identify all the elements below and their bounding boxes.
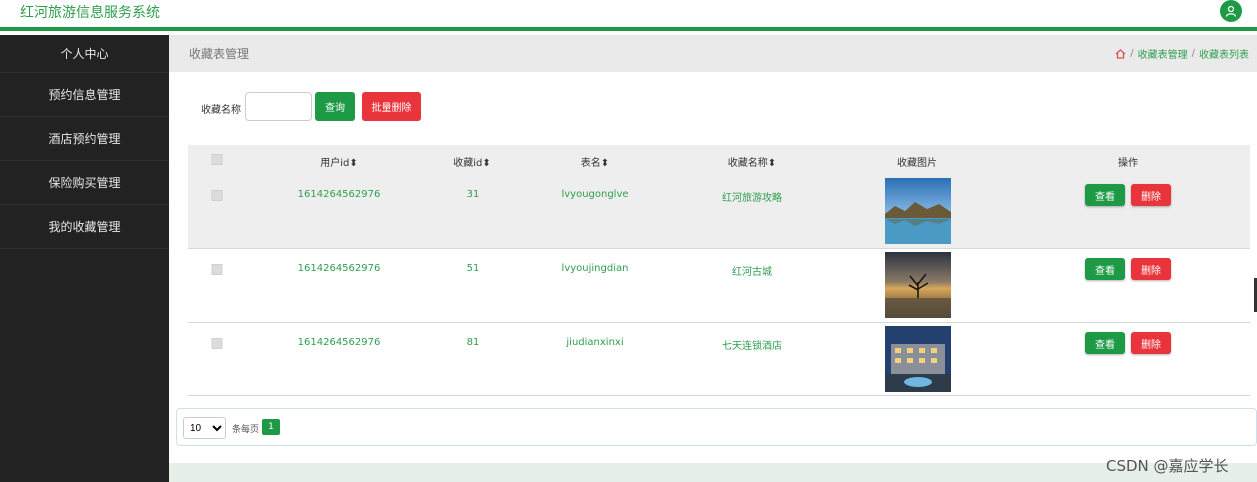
- search-label: 收藏名称: [201, 105, 241, 116]
- breadcrumb-bar: 收藏表管理 / 收藏表管理 / 收藏表列表: [169, 35, 1257, 72]
- sort-icon: ⬍: [767, 158, 777, 169]
- column-header-fav-name[interactable]: 收藏名称⬍: [728, 154, 776, 169]
- query-button[interactable]: 查询: [315, 92, 355, 121]
- watermark: CSDN @嘉应学长: [1106, 457, 1229, 475]
- page-size-select[interactable]: 10: [183, 417, 226, 439]
- footer-band: [169, 463, 1257, 482]
- sidebar-item-insurance[interactable]: 保险购买管理: [0, 161, 169, 205]
- page-title: 收藏表管理: [189, 47, 250, 61]
- favorites-table: 用户id⬍ 收藏id⬍ 表名⬍ 收藏名称⬍ 收藏图片 操作 1614264562…: [188, 145, 1250, 396]
- per-page-label: 条每页: [232, 425, 260, 435]
- view-button[interactable]: 查看: [1085, 184, 1125, 206]
- mountain-lake-photo: [885, 178, 951, 244]
- column-header-actions: 操作: [1118, 158, 1138, 169]
- cell-fav-name: 七天连锁酒店: [722, 341, 782, 352]
- cell-user-id: 1614264562976: [297, 263, 381, 274]
- sidebar-item-booking-info[interactable]: 预约信息管理: [0, 73, 169, 117]
- view-button[interactable]: 查看: [1085, 332, 1125, 354]
- hotel-night-photo: [885, 326, 951, 392]
- cell-fav-name: 红河古城: [732, 267, 772, 278]
- sidebar-item-label: 个人中心: [60, 47, 109, 61]
- cell-user-id: 1614264562976: [297, 189, 381, 200]
- home-icon[interactable]: [1115, 48, 1126, 59]
- row-checkbox[interactable]: [211, 338, 223, 349]
- page-number-current[interactable]: 1: [262, 419, 280, 435]
- select-all-checkbox[interactable]: [211, 154, 223, 165]
- sort-icon: ⬍: [600, 158, 610, 169]
- cell-fav-name: 红河旅游攻略: [722, 193, 782, 204]
- tree-sunset-lake-photo: [885, 252, 951, 318]
- pagination-bar: 10 条每页 1: [176, 408, 1257, 446]
- row-checkbox[interactable]: [211, 190, 223, 201]
- sort-icon: ⬍: [482, 158, 491, 169]
- sidebar-item-label: 我的收藏管理: [48, 220, 121, 234]
- sort-icon: ⬍: [349, 158, 358, 169]
- sidebar-item-label: 酒店预约管理: [48, 132, 121, 146]
- sidebar-item-hotel-booking[interactable]: 酒店预约管理: [0, 117, 169, 161]
- search-input[interactable]: [245, 92, 312, 121]
- table-row: 1614264562976 31 lvyougonglve 红河旅游攻略 查看 …: [188, 171, 1250, 249]
- cell-table-name: lvyoujingdian: [561, 263, 629, 274]
- breadcrumb-item-favorites-manage[interactable]: 收藏表管理: [1138, 46, 1188, 61]
- view-button[interactable]: 查看: [1085, 258, 1125, 280]
- column-header-table-name[interactable]: 表名⬍: [581, 154, 609, 169]
- column-header-fav-image: 收藏图片: [897, 158, 937, 169]
- row-checkbox[interactable]: [211, 264, 223, 275]
- user-avatar[interactable]: [1220, 0, 1242, 22]
- cell-table-name: lvyougonglve: [561, 189, 629, 200]
- table-header: 用户id⬍ 收藏id⬍ 表名⬍ 收藏名称⬍ 收藏图片 操作: [188, 145, 1250, 171]
- cell-fav-id: 31: [466, 189, 480, 200]
- delete-button[interactable]: 删除: [1131, 184, 1171, 206]
- cell-fav-id: 81: [466, 337, 480, 348]
- bulk-delete-button[interactable]: 批量删除: [362, 92, 421, 121]
- cell-table-name: jiudianxinxi: [566, 337, 624, 348]
- sidebar-menu: 个人中心 预约信息管理 酒店预约管理 保险购买管理 我的收藏管理: [0, 35, 169, 482]
- sidebar-item-personal-center[interactable]: 个人中心: [0, 35, 169, 73]
- sidebar-item-label: 预约信息管理: [48, 88, 121, 102]
- table-row: 1614264562976 51 lvyoujingdian 红河古城 查看 删…: [188, 249, 1250, 323]
- column-header-user-id[interactable]: 用户id⬍: [320, 154, 358, 169]
- breadcrumb-separator: /: [1130, 48, 1134, 59]
- user-icon: [1225, 5, 1237, 17]
- cell-user-id: 1614264562976: [297, 337, 381, 348]
- top-bar: 红河旅游信息服务系统: [0, 0, 1257, 31]
- delete-button[interactable]: 删除: [1131, 332, 1171, 354]
- breadcrumb-separator: /: [1191, 48, 1195, 59]
- table-row: 1614264562976 81 jiudianxinxi 七天连锁酒店 查看 …: [188, 323, 1250, 396]
- column-header-fav-id[interactable]: 收藏id⬍: [453, 154, 491, 169]
- app-title: 红河旅游信息服务系统: [20, 5, 160, 21]
- sidebar-item-label: 保险购买管理: [48, 176, 121, 190]
- breadcrumb-item-favorites-list[interactable]: 收藏表列表: [1199, 46, 1249, 61]
- breadcrumb: / 收藏表管理 / 收藏表列表: [1115, 46, 1249, 61]
- cell-fav-id: 51: [466, 263, 480, 274]
- main-content: 收藏表管理 / 收藏表管理 / 收藏表列表 收藏名称 查询 批量删除 用户id⬍…: [169, 35, 1257, 482]
- sidebar-item-my-favorites[interactable]: 我的收藏管理: [0, 205, 169, 249]
- delete-button[interactable]: 删除: [1131, 258, 1171, 280]
